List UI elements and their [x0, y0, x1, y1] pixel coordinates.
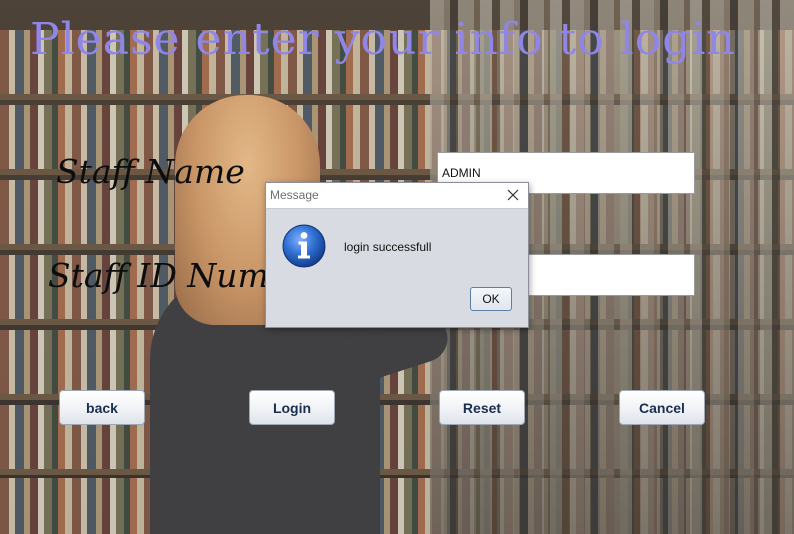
- page-title: Please enter your info to login: [30, 14, 736, 65]
- message-dialog: Message login successfull OK: [265, 182, 529, 328]
- reset-button[interactable]: Reset: [439, 390, 525, 425]
- back-button[interactable]: back: [59, 390, 145, 425]
- info-icon: [281, 223, 327, 269]
- dialog-message: login successfull: [344, 240, 432, 254]
- cancel-button[interactable]: Cancel: [619, 390, 705, 425]
- close-icon[interactable]: [504, 186, 522, 204]
- staff-id-label: Staff ID Num: [48, 256, 269, 295]
- dialog-title: Message: [270, 188, 319, 202]
- login-button[interactable]: Login: [249, 390, 335, 425]
- dialog-titlebar[interactable]: Message: [266, 183, 528, 209]
- staff-name-label: Staff Name: [56, 152, 245, 191]
- ok-button[interactable]: OK: [470, 287, 512, 311]
